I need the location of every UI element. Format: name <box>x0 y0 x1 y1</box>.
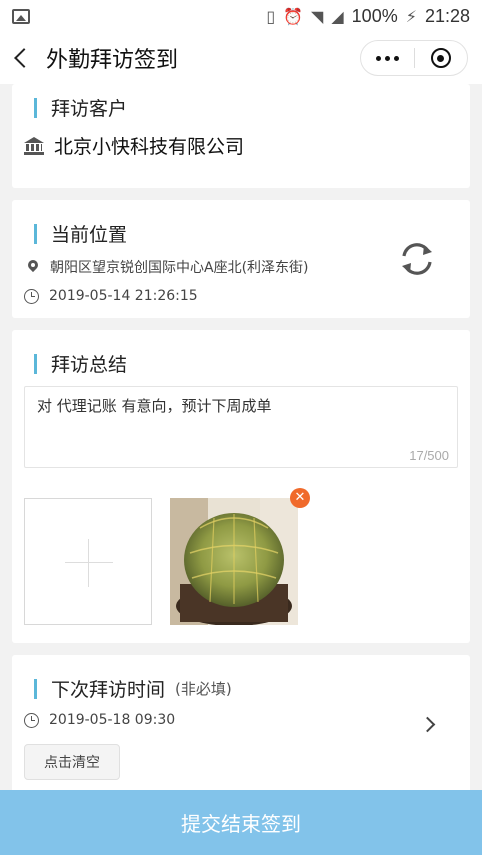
miniprogram-capsule <box>360 40 468 76</box>
add-photo-button[interactable] <box>24 498 152 625</box>
company-row: 北京小快科技有限公司 <box>24 132 244 159</box>
next-visit-datetime-row[interactable]: 2019-05-18 09:30 <box>24 712 175 728</box>
section-title: 拜访客户 <box>51 98 128 120</box>
vibrate-icon: ▯ <box>266 6 276 26</box>
clear-datetime-button[interactable]: 点击清空 <box>24 744 120 780</box>
photo-thumbnail[interactable] <box>170 498 298 625</box>
nav-bar: 外勤拜访签到 <box>0 32 482 84</box>
section-title: 当前位置 <box>51 224 128 246</box>
address-text: 朝阳区望京锐创国际中心A座北(利泽东街) <box>50 260 309 276</box>
page-title: 外勤拜访签到 <box>46 48 179 73</box>
next-visit-section-header: 下次拜访时间 (非必填) <box>34 675 232 702</box>
plus-icon-horizontal <box>65 562 113 563</box>
customer-card: 拜访客户 北京小快科技有限公司 <box>12 84 470 188</box>
more-options-icon[interactable] <box>361 41 414 75</box>
battery-text: 100% <box>351 5 398 26</box>
accent-bar <box>34 223 37 244</box>
clock-icon <box>24 712 39 728</box>
section-title: 下次拜访时间 <box>51 679 166 701</box>
location-timestamp: 2019-05-14 21:26:15 <box>49 288 198 304</box>
image-icon <box>12 8 30 24</box>
company-name: 北京小快科技有限公司 <box>54 136 245 158</box>
customer-section-header: 拜访客户 <box>34 94 127 121</box>
location-pin-icon <box>28 260 38 274</box>
address-row: 朝阳区望京锐创国际中心A座北(利泽东街) <box>28 257 309 277</box>
summary-card: 拜访总结 对 代理记账 有意向，预计下周成单 17/500 ✕ <box>12 330 470 643</box>
optional-note: (非必填) <box>175 680 232 698</box>
timestamp-row: 2019-05-14 21:26:15 <box>24 288 198 304</box>
summary-text: 对 代理记账 有意向，预计下周成单 <box>37 397 272 415</box>
close-miniprogram-icon[interactable] <box>415 41 468 75</box>
accent-bar <box>34 678 37 699</box>
character-counter: 17/500 <box>409 448 449 463</box>
wifi-icon: ◥ <box>311 6 324 26</box>
cactus-photo <box>170 498 298 625</box>
signal-icon: ◢ <box>331 6 344 26</box>
next-visit-datetime: 2019-05-18 09:30 <box>49 712 176 728</box>
back-icon[interactable] <box>0 32 40 84</box>
status-bar: ▯ ⏰ ◥ ◢ 100% ⚡ 21:28 <box>0 0 482 32</box>
delete-photo-icon[interactable]: ✕ <box>290 488 310 508</box>
alarm-icon: ⏰ <box>283 6 304 26</box>
section-title: 拜访总结 <box>51 354 128 376</box>
charging-icon: ⚡ <box>405 6 417 26</box>
location-card: 当前位置 朝阳区望京锐创国际中心A座北(利泽东街) 2019-05-14 21:… <box>12 200 470 318</box>
next-visit-card: 下次拜访时间 (非必填) 2019-05-18 09:30 点击清空 <box>12 655 470 795</box>
location-section-header: 当前位置 <box>34 220 127 247</box>
bank-icon <box>24 136 44 155</box>
status-time: 21:28 <box>424 5 470 26</box>
submit-checkout-button[interactable]: 提交结束签到 <box>0 790 482 855</box>
refresh-location-icon[interactable] <box>398 240 436 278</box>
clock-icon <box>24 288 39 304</box>
summary-section-header: 拜访总结 <box>34 350 127 377</box>
accent-bar <box>34 353 37 374</box>
accent-bar <box>34 97 37 118</box>
plus-icon-vertical <box>88 539 89 587</box>
summary-textarea[interactable]: 对 代理记账 有意向，预计下周成单 17/500 <box>24 386 458 468</box>
chevron-right-icon[interactable] <box>416 713 438 735</box>
